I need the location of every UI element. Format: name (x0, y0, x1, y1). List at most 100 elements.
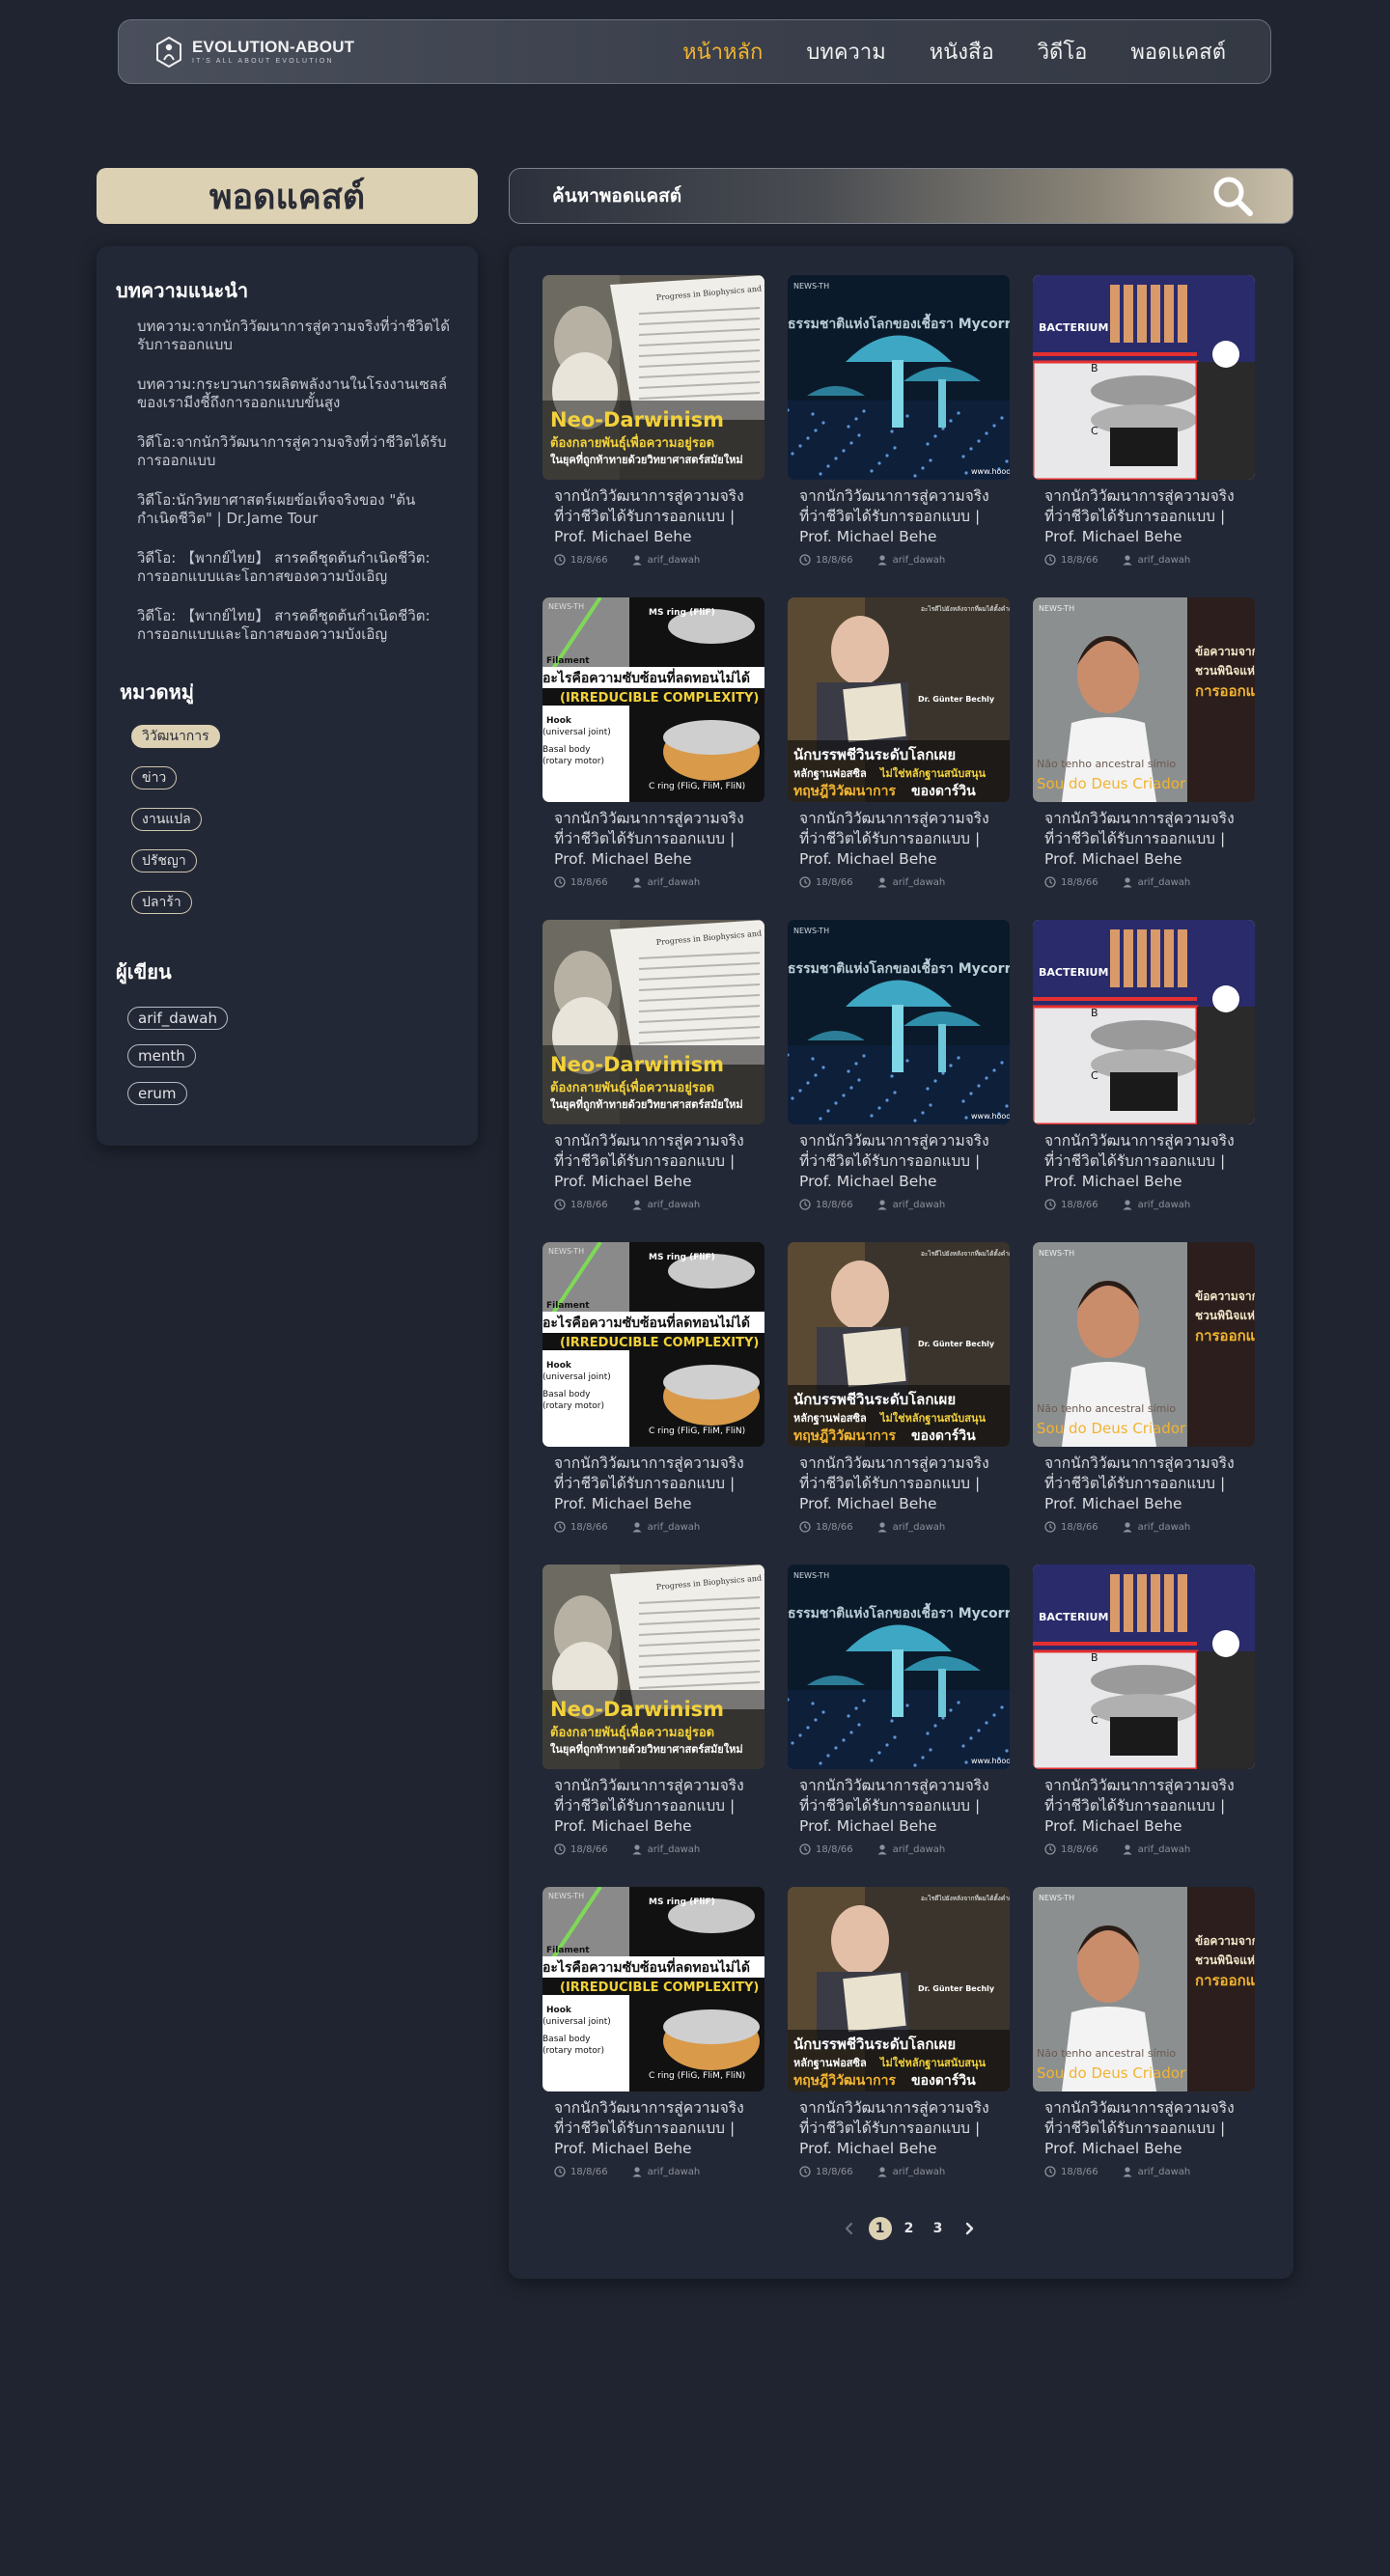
podcast-thumbnail[interactable]: Progress in Biophysics and Molecular Bio… (542, 920, 764, 1124)
podcast-meta: 18/8/66 arif_dawah (788, 1192, 1010, 1210)
recommended-link[interactable]: บทความ:กระบวนการผลิตพลังงานในโรงงานเซลล์… (137, 375, 459, 412)
author-tag[interactable]: erum (127, 1082, 187, 1105)
podcast-thumbnail[interactable]: NEWS-TH MS ring (FliF) อะไรคือความซับซ้อนท… (542, 1887, 764, 2091)
podcast-thumbnail[interactable]: NEWS-TH ข้อความจากเซลล์ชวนพินิจแห่งการออก… (1033, 597, 1255, 802)
podcast-thumbnail[interactable]: อะไรดีไปยังหลังจากที่ผมได้ตั้งคำถามเกี่ย… (788, 597, 1010, 802)
page-number-button[interactable]: 3 (927, 2217, 950, 2240)
podcast-title[interactable]: จากนักวิวัฒนาการสู่ความจริงที่ว่าชีวิตได… (1033, 2098, 1255, 2159)
recommended-link[interactable]: วิดีโอ: 【พากย์ไทย】 สารคดีชุดต้นกำเนิดชีว… (137, 607, 459, 644)
podcast-meta: 18/8/66 arif_dawah (542, 870, 764, 888)
recommended-link[interactable]: วิดีโอ:จากนักวิวัฒนาการสู่ความจริงที่ว่า… (137, 433, 459, 470)
podcast-title[interactable]: จากนักวิวัฒนาการสู่ความจริงที่ว่าชีวิตได… (788, 809, 1010, 870)
podcast-author: arif_dawah (631, 1843, 700, 1855)
user-icon (1123, 877, 1132, 888)
podcast-card[interactable]: NEWS-TH MS ring (FliF) อะไรคือความซับซ้อนท… (542, 1242, 764, 1565)
page-number-button[interactable]: 2 (898, 2217, 921, 2240)
podcast-date: 18/8/66 (1044, 1199, 1098, 1210)
podcast-thumbnail[interactable]: Progress in Biophysics and Molecular Bio… (542, 275, 764, 480)
nav-link-2[interactable]: บทความ (806, 35, 885, 69)
nav-link-5[interactable]: พอดแคสต์ (1130, 35, 1226, 69)
podcast-author: arif_dawah (876, 1199, 945, 1210)
nav-link-3[interactable]: หนังสือ (930, 35, 994, 69)
podcast-card[interactable]: อะไรดีไปยังหลังจากที่ผมได้ตั้งคำถามเกี่ย… (788, 1242, 1010, 1565)
podcast-card[interactable]: อะไรดีไปยังหลังจากที่ผมได้ตั้งคำถามเกี่ย… (788, 1887, 1010, 2209)
recommended-link[interactable]: บทความ:จากนักวิวัฒนาการสู่ความจริงที่ว่า… (137, 318, 459, 354)
podcast-title[interactable]: จากนักวิวัฒนาการสู่ความจริงที่ว่าชีวิตได… (542, 1454, 764, 1514)
podcast-thumbnail[interactable]: NEWS-TH MS ring (FliF) อะไรคือความซับซ้อนท… (542, 597, 764, 802)
podcast-thumbnail[interactable]: BACTERIUM B C (1033, 275, 1255, 480)
category-tag[interactable]: วิวัฒนาการ (131, 725, 220, 748)
author-text: arif_dawah (1137, 876, 1191, 888)
author-tag[interactable]: menth (127, 1044, 196, 1067)
podcast-thumbnail[interactable]: NEWS-TH ข้อความจากเซลล์ชวนพินิจแห่งการออก… (1033, 1242, 1255, 1447)
category-tag[interactable]: ปลาร้า (131, 891, 192, 914)
nav-link-4[interactable]: วิดีโอ (1038, 35, 1088, 69)
thumbnail-bacterium: BACTERIUM B C (1033, 1565, 1255, 1769)
thumbnail-subtitle: ต้องกลายพันธุ์เพื่อความอยู่รอด (550, 433, 714, 451)
podcast-title[interactable]: จากนักวิวัฒนาการสู่ความจริงที่ว่าชีวิตได… (542, 1776, 764, 1837)
podcast-thumbnail[interactable]: NEWS-THธรรมชาติแห่งโลกของเชื้อรา Mycorrh… (788, 920, 1010, 1124)
podcast-thumbnail[interactable]: NEWS-THธรรมชาติแห่งโลกของเชื้อรา Mycorrh… (788, 1565, 1010, 1769)
podcast-title[interactable]: จากนักวิวัฒนาการสู่ความจริงที่ว่าชีวิตได… (542, 809, 764, 870)
prev-page-icon[interactable] (842, 2221, 857, 2236)
podcast-card[interactable]: Progress in Biophysics and Molecular Bio… (542, 1565, 764, 1887)
podcast-thumbnail[interactable]: อะไรดีไปยังหลังจากที่ผมได้ตั้งคำถามเกี่ย… (788, 1887, 1010, 2091)
nav-link-1[interactable]: หน้าหลัก (682, 35, 763, 69)
recommended-link[interactable]: วิดีโอ: 【พากย์ไทย】 สารคดีชุดต้นกำเนิดชีว… (137, 549, 459, 586)
podcast-title[interactable]: จากนักวิวัฒนาการสู่ความจริงที่ว่าชีวิตได… (1033, 1131, 1255, 1192)
author-tag[interactable]: arif_dawah (127, 1007, 228, 1030)
podcast-thumbnail[interactable]: NEWS-TH ข้อความจากเซลล์ชวนพินิจแห่งการออก… (1033, 1887, 1255, 2091)
podcast-card[interactable]: NEWS-TH ข้อความจากเซลล์ชวนพินิจแห่งการออก… (1033, 1887, 1255, 2209)
recommended-link[interactable]: วิดีโอ:นักวิทยาศาสตร์เผยข้อเท็จจริงของ "… (137, 491, 459, 528)
podcast-card[interactable]: NEWS-TH MS ring (FliF) อะไรคือความซับซ้อนท… (542, 597, 764, 920)
podcast-title[interactable]: จากนักวิวัฒนาการสู่ความจริงที่ว่าชีวิตได… (788, 2098, 1010, 2159)
category-tag[interactable]: ปรัชญา (131, 849, 197, 873)
podcast-card[interactable]: NEWS-TH MS ring (FliF) อะไรคือความซับซ้อนท… (542, 1887, 764, 2209)
podcast-thumbnail[interactable]: NEWS-THธรรมชาติแห่งโลกของเชื้อรา Mycorrh… (788, 275, 1010, 480)
podcast-title[interactable]: จากนักวิวัฒนาการสู่ความจริงที่ว่าชีวิตได… (788, 1454, 1010, 1514)
thumbnail-mushroom: NEWS-THธรรมชาติแห่งโลกของเชื้อรา Mycorrh… (788, 920, 1010, 1124)
next-page-icon[interactable] (961, 2221, 977, 2236)
podcast-card[interactable]: BACTERIUM B C จากนักวิวัฒนาการสู่ความจริงที… (1033, 275, 1255, 597)
podcast-title[interactable]: จากนักวิวัฒนาการสู่ความจริงที่ว่าชีวิตได… (542, 486, 764, 547)
podcast-card[interactable]: Progress in Biophysics and Molecular Bio… (542, 275, 764, 597)
podcast-thumbnail[interactable]: Progress in Biophysics and Molecular Bio… (542, 1565, 764, 1769)
podcast-thumbnail[interactable]: BACTERIUM B C (1033, 1565, 1255, 1769)
podcast-title[interactable]: จากนักวิวัฒนาการสู่ความจริงที่ว่าชีวิตได… (788, 1776, 1010, 1837)
podcast-title[interactable]: จากนักวิวัฒนาการสู่ความจริงที่ว่าชีวิตได… (1033, 809, 1255, 870)
search-input[interactable] (552, 185, 1131, 207)
thumbnail-side-text: ข้อความจากเซลล์ (1195, 1289, 1255, 1303)
category-tag[interactable]: ข่าว (131, 766, 178, 789)
podcast-date: 18/8/66 (799, 554, 853, 566)
thumbnail-brand: NEWS-TH (793, 927, 829, 935)
podcast-card[interactable]: NEWS-TH ข้อความจากเซลล์ชวนพินิจแห่งการออก… (1033, 597, 1255, 920)
podcast-card[interactable]: NEWS-THธรรมชาติแห่งโลกของเชื้อรา Mycorrh… (788, 275, 1010, 597)
thumbnail-doctor: NEWS-TH ข้อความจากเซลล์ชวนพินิจแห่งการออก… (1033, 597, 1255, 802)
podcast-thumbnail[interactable]: NEWS-TH MS ring (FliF) อะไรคือความซับซ้อนท… (542, 1242, 764, 1447)
podcast-card[interactable]: NEWS-THธรรมชาติแห่งโลกของเชื้อรา Mycorrh… (788, 1565, 1010, 1887)
podcast-card[interactable]: Progress in Biophysics and Molecular Bio… (542, 920, 764, 1242)
podcast-card[interactable]: NEWS-THธรรมชาติแห่งโลกของเชื้อรา Mycorrh… (788, 920, 1010, 1242)
sidebar: บทความแนะนำ บทความ:จากนักวิวัฒนาการสู่คว… (97, 246, 478, 1146)
thumbnail-label: Filament (546, 1946, 590, 1955)
search-icon[interactable] (1211, 175, 1254, 217)
podcast-title[interactable]: จากนักวิวัฒนาการสู่ความจริงที่ว่าชีวิตได… (1033, 1454, 1255, 1514)
page-number-button[interactable]: 1 (868, 2217, 892, 2240)
podcast-title[interactable]: จากนักวิวัฒนาการสู่ความจริงที่ว่าชีวิตได… (1033, 486, 1255, 547)
podcast-title[interactable]: จากนักวิวัฒนาการสู่ความจริงที่ว่าชีวิตได… (542, 1131, 764, 1192)
podcast-title[interactable]: จากนักวิวัฒนาการสู่ความจริงที่ว่าชีวิตได… (542, 2098, 764, 2159)
podcast-card[interactable]: NEWS-TH ข้อความจากเซลล์ชวนพินิจแห่งการออก… (1033, 1242, 1255, 1565)
podcast-card[interactable]: BACTERIUM B C จากนักวิวัฒนาการสู่ความจริงที… (1033, 920, 1255, 1242)
user-icon (877, 555, 887, 566)
podcast-title[interactable]: จากนักวิวัฒนาการสู่ความจริงที่ว่าชีวิตได… (788, 486, 1010, 547)
category-tag[interactable]: งานแปล (131, 808, 202, 831)
podcast-title[interactable]: จากนักวิวัฒนาการสู่ความจริงที่ว่าชีวิตได… (1033, 1776, 1255, 1837)
podcast-thumbnail[interactable]: BACTERIUM B C (1033, 920, 1255, 1124)
podcast-thumbnail[interactable]: อะไรดีไปยังหลังจากที่ผมได้ตั้งคำถามเกี่ย… (788, 1242, 1010, 1447)
site-logo[interactable]: EVOLUTION-ABOUT IT'S ALL ABOUT EVOLUTION (155, 36, 354, 68)
podcast-card[interactable]: อะไรดีไปยังหลังจากที่ผมได้ตั้งคำถามเกี่ย… (788, 597, 1010, 920)
podcast-title[interactable]: จากนักวิวัฒนาการสู่ความจริงที่ว่าชีวิตได… (788, 1131, 1010, 1192)
thumbnail-label: BACTERIUM (1039, 321, 1108, 334)
date-text: 18/8/66 (816, 876, 853, 888)
podcast-card[interactable]: BACTERIUM B C จากนักวิวัฒนาการสู่ความจริงที… (1033, 1565, 1255, 1887)
